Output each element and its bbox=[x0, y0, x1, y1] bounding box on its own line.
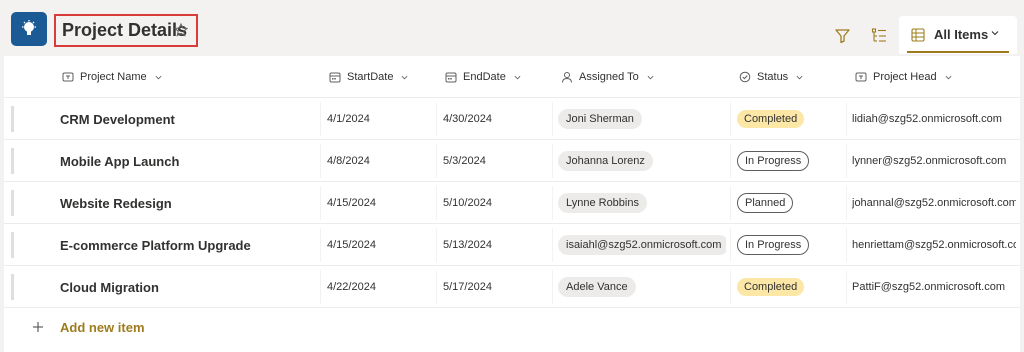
end-date-cell: 5/3/2024 bbox=[443, 155, 486, 167]
table-row[interactable]: CRM Development 4/1/2024 4/30/2024 Joni … bbox=[4, 98, 1020, 140]
row-selector[interactable] bbox=[11, 232, 14, 258]
column-label: Project Head bbox=[873, 71, 937, 83]
start-date-cell: 4/1/2024 bbox=[327, 113, 370, 125]
status-cell: Completed bbox=[737, 266, 837, 308]
chevron-down-icon bbox=[945, 75, 952, 79]
view-selected-indicator bbox=[907, 51, 1009, 53]
row-selector[interactable] bbox=[11, 274, 14, 300]
person-chip[interactable]: Lynne Robbins bbox=[558, 193, 647, 213]
person-chip[interactable]: Joni Sherman bbox=[558, 109, 642, 129]
status-cell: Completed bbox=[737, 98, 837, 140]
chevron-down-icon bbox=[155, 75, 162, 79]
project-head-cell: henriettam@szg52.onmicrosoft.com bbox=[852, 239, 1016, 251]
status-circle-icon bbox=[739, 71, 751, 83]
add-new-item-button[interactable]: Add new item bbox=[60, 320, 145, 335]
project-name-cell[interactable]: Website Redesign bbox=[60, 182, 314, 224]
chevron-down-icon bbox=[402, 75, 408, 79]
add-new-item-row[interactable]: Add new item bbox=[4, 309, 1020, 349]
table-row[interactable]: Cloud Migration 4/22/2024 5/17/2024 Adel… bbox=[4, 266, 1020, 308]
column-header-project-head[interactable]: Project Head bbox=[855, 69, 952, 85]
column-label: Project Name bbox=[80, 71, 147, 83]
column-label: Status bbox=[757, 71, 789, 83]
assigned-to-cell: Joni Sherman bbox=[558, 98, 726, 140]
text-column-icon bbox=[855, 72, 867, 82]
project-head-cell: lidiah@szg52.onmicrosoft.com bbox=[852, 113, 1002, 125]
page-title-highlight: Project Details bbox=[54, 14, 198, 47]
project-name-cell[interactable]: CRM Development bbox=[60, 98, 314, 140]
status-badge: Planned bbox=[737, 193, 794, 213]
table-view-icon bbox=[911, 28, 925, 42]
column-header-project-name[interactable]: Project Name bbox=[62, 69, 162, 85]
table-row[interactable]: Mobile App Launch 4/8/2024 5/3/2024 Joha… bbox=[4, 140, 1020, 182]
command-bar: Project Details All Items bbox=[0, 0, 1024, 58]
calendar-icon bbox=[445, 72, 457, 83]
star-icon[interactable] bbox=[174, 23, 188, 37]
start-date-cell: 4/15/2024 bbox=[327, 239, 376, 251]
table-row[interactable]: Website Redesign 4/15/2024 5/10/2024 Lyn… bbox=[4, 182, 1020, 224]
start-date-cell: 4/8/2024 bbox=[327, 155, 370, 167]
filter-icon[interactable] bbox=[834, 27, 851, 44]
person-chip[interactable]: Johanna Lorenz bbox=[558, 151, 653, 171]
project-name-cell[interactable]: Cloud Migration bbox=[60, 266, 314, 308]
row-selector[interactable] bbox=[11, 190, 14, 216]
status-badge: In Progress bbox=[737, 151, 810, 171]
view-label: All Items bbox=[934, 27, 989, 42]
assigned-to-cell: Adele Vance bbox=[558, 266, 726, 308]
status-badge: In Progress bbox=[737, 235, 810, 255]
status-badge: Completed bbox=[737, 110, 805, 128]
column-label: Assigned To bbox=[579, 71, 639, 83]
project-name-cell[interactable]: Mobile App Launch bbox=[60, 140, 314, 182]
calendar-icon bbox=[329, 72, 341, 83]
start-date-cell: 4/22/2024 bbox=[327, 281, 376, 293]
column-label: StartDate bbox=[347, 71, 394, 83]
lightbulb-icon[interactable] bbox=[11, 12, 47, 46]
row-selector[interactable] bbox=[11, 106, 14, 132]
table-row[interactable]: E-commerce Platform Upgrade 4/15/2024 5/… bbox=[4, 224, 1020, 266]
group-by-icon[interactable] bbox=[871, 27, 887, 44]
project-name-cell[interactable]: E-commerce Platform Upgrade bbox=[60, 224, 314, 266]
row-selector[interactable] bbox=[11, 148, 14, 174]
end-date-cell: 5/13/2024 bbox=[443, 239, 492, 251]
project-head-cell: PattiF@szg52.onmicrosoft.com bbox=[852, 281, 1005, 293]
person-chip[interactable]: isaiahl@szg52.onmicrosoft.com bbox=[558, 235, 726, 255]
person-icon bbox=[562, 72, 572, 83]
page-title: Project Details bbox=[62, 20, 188, 40]
chevron-down-icon bbox=[991, 31, 999, 36]
project-head-cell: lynner@szg52.onmicrosoft.com bbox=[852, 155, 1007, 167]
end-date-cell: 5/17/2024 bbox=[443, 281, 492, 293]
list-panel: Project Name StartDate EndDate Assigned … bbox=[4, 56, 1020, 352]
end-date-cell: 5/10/2024 bbox=[443, 197, 492, 209]
text-column-icon bbox=[62, 72, 74, 82]
status-cell: In Progress bbox=[737, 140, 837, 182]
status-cell: Planned bbox=[737, 182, 837, 224]
person-chip[interactable]: Adele Vance bbox=[558, 277, 636, 297]
column-header-assigned-to[interactable]: Assigned To bbox=[561, 69, 654, 85]
status-badge: Completed bbox=[737, 278, 805, 296]
chevron-down-icon bbox=[796, 75, 803, 79]
assigned-to-cell: Johanna Lorenz bbox=[558, 140, 726, 182]
column-label: EndDate bbox=[463, 71, 506, 83]
chevron-down-icon bbox=[514, 75, 521, 79]
start-date-cell: 4/15/2024 bbox=[327, 197, 376, 209]
column-header-status[interactable]: Status bbox=[739, 69, 803, 85]
column-header-startdate[interactable]: StartDate bbox=[329, 69, 408, 85]
chevron-down-icon bbox=[647, 75, 654, 79]
status-cell: In Progress bbox=[737, 224, 837, 266]
column-header-row: Project Name StartDate EndDate Assigned … bbox=[4, 56, 1020, 98]
assigned-to-cell: Lynne Robbins bbox=[558, 182, 726, 224]
end-date-cell: 4/30/2024 bbox=[443, 113, 492, 125]
assigned-to-cell: isaiahl@szg52.onmicrosoft.com bbox=[558, 224, 726, 266]
view-selector[interactable]: All Items bbox=[899, 16, 1017, 54]
project-head-cell: johannal@szg52.onmicrosoft.com bbox=[852, 197, 1016, 209]
column-header-enddate[interactable]: EndDate bbox=[445, 69, 521, 85]
plus-icon bbox=[33, 322, 43, 332]
